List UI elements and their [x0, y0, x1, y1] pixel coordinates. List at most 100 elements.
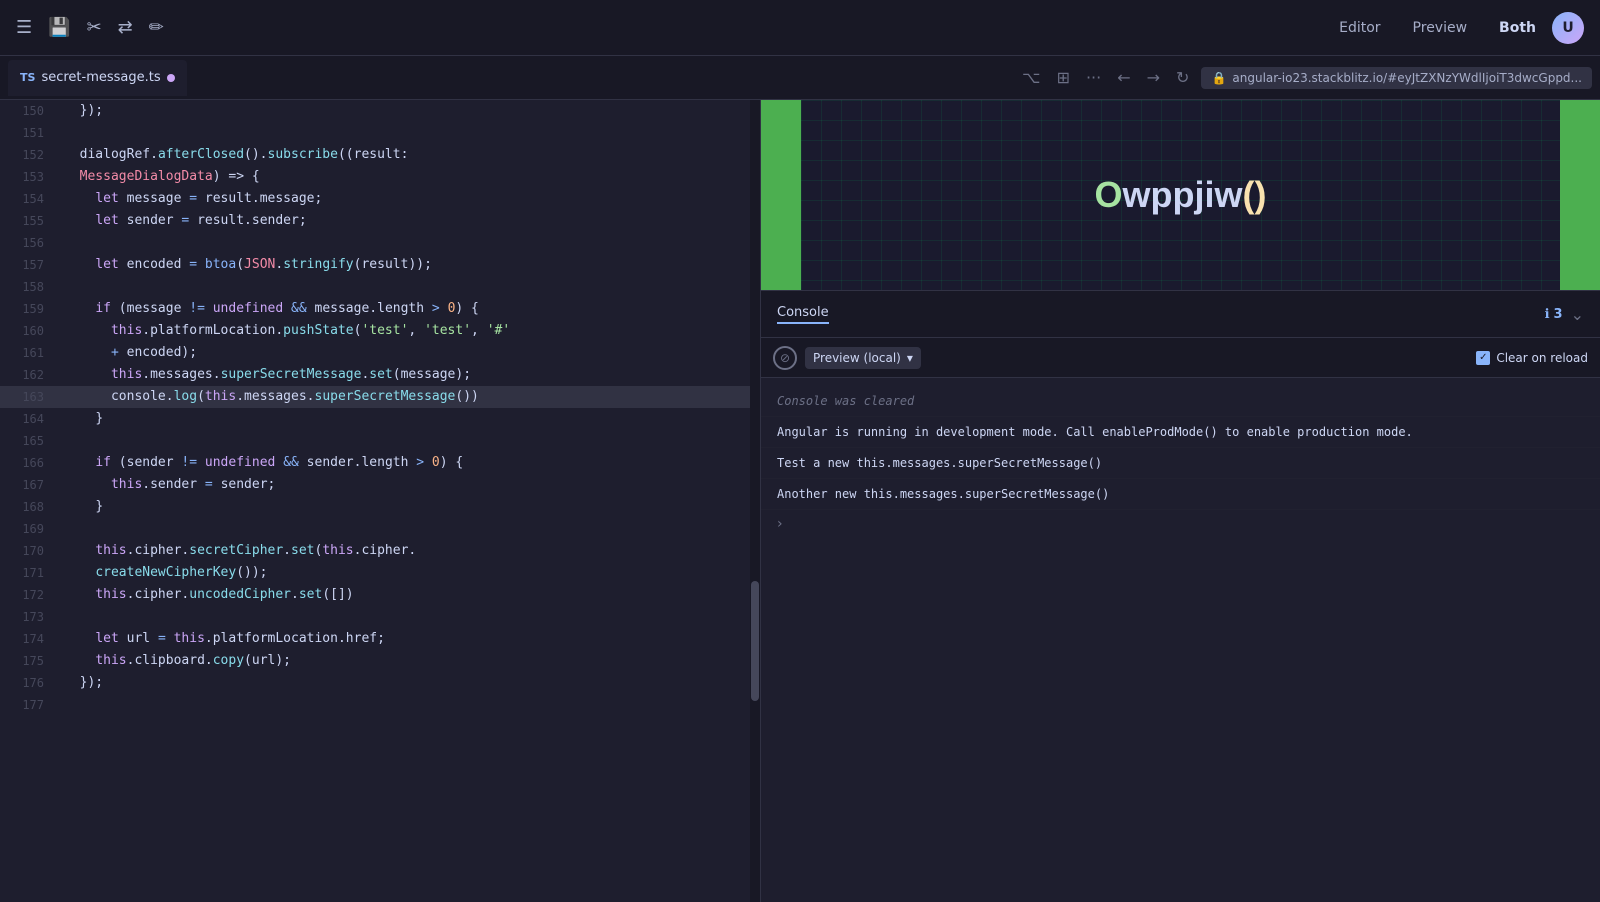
line-number: 175: [0, 650, 60, 672]
nav-editor[interactable]: Editor: [1339, 20, 1380, 36]
lock-icon: 🔒: [1211, 71, 1226, 85]
console-source-select[interactable]: Preview (local) ▾: [805, 347, 921, 369]
table-row: 155 let sender = result.sender;: [0, 210, 760, 232]
line-content: this.messages.superSecretMessage.set(mes…: [60, 364, 760, 386]
line-number: 168: [0, 496, 60, 518]
user-avatar[interactable]: U: [1552, 12, 1584, 44]
line-number: 177: [0, 694, 60, 716]
console-header: Console ℹ 3 ⌄: [761, 290, 1600, 338]
line-content: });: [60, 100, 760, 122]
table-row: 156: [0, 232, 760, 254]
table-row: 167 this.sender = sender;: [0, 474, 760, 496]
console-clear-on-reload[interactable]: ✓ Clear on reload: [1476, 351, 1588, 365]
line-content: }: [60, 408, 760, 430]
line-content: console.log(this.messages.superSecretMes…: [60, 386, 760, 408]
split-btn[interactable]: ⊞: [1053, 64, 1074, 91]
table-row: 165: [0, 430, 760, 452]
line-number: 150: [0, 100, 60, 122]
table-row: 166 if (sender != undefined && sender.le…: [0, 452, 760, 474]
table-row: 164 }: [0, 408, 760, 430]
scrollbar-thumb[interactable]: [751, 581, 759, 701]
line-number: 152: [0, 144, 60, 166]
line-number: 167: [0, 474, 60, 496]
line-content: dialogRef.afterClosed().subscribe((resul…: [60, 144, 760, 166]
table-row: 153 MessageDialogData) => {: [0, 166, 760, 188]
table-row: 175 this.clipboard.copy(url);: [0, 650, 760, 672]
share-icon[interactable]: ⇄: [118, 17, 133, 38]
prompt-arrow-icon: ›: [777, 516, 783, 532]
table-row: 150 });: [0, 100, 760, 122]
line-number: 164: [0, 408, 60, 430]
table-row: 170 this.cipher.secretCipher.set(this.ci…: [0, 540, 760, 562]
list-item: Angular is running in development mode. …: [761, 417, 1600, 448]
format-btn[interactable]: ⌥: [1018, 64, 1044, 91]
table-row: 159 if (message != undefined && message.…: [0, 298, 760, 320]
list-item: Another new this.messages.superSecretMes…: [761, 479, 1600, 510]
reload-btn[interactable]: ↻: [1172, 64, 1193, 91]
list-item: Console was cleared: [761, 386, 1600, 417]
line-content: let sender = result.sender;: [60, 210, 760, 232]
menu-icon[interactable]: ☰: [16, 17, 32, 38]
topbar-icons: ☰ 💾 ✂ ⇄ ✏: [16, 17, 164, 38]
table-row: 152 dialogRef.afterClosed().subscribe((r…: [0, 144, 760, 166]
table-row: 174 let url = this.platformLocation.href…: [0, 628, 760, 650]
table-row: 162 this.messages.superSecretMessage.set…: [0, 364, 760, 386]
table-row: 163 console.log(this.messages.superSecre…: [0, 386, 760, 408]
table-row: 173: [0, 606, 760, 628]
line-number: 155: [0, 210, 60, 232]
console-prompt[interactable]: ›: [761, 510, 1600, 538]
back-btn[interactable]: ←: [1113, 64, 1134, 91]
main-area: 150 }); 151 152 dialogRef.afterClosed().…: [0, 100, 1600, 902]
fork-icon[interactable]: ✂: [87, 17, 102, 38]
console-messages: Console was cleared Angular is running i…: [761, 378, 1600, 902]
code-area: 150 }); 151 152 dialogRef.afterClosed().…: [0, 100, 760, 902]
tab-filename: secret-message.ts: [41, 70, 160, 85]
more-btn[interactable]: ···: [1082, 64, 1105, 91]
console-source-label: Preview (local): [813, 351, 901, 365]
info-icon: ℹ: [1545, 307, 1550, 322]
line-content: }: [60, 496, 760, 518]
preview-right-bar: [1560, 100, 1600, 290]
line-number: 163: [0, 386, 60, 408]
save-icon[interactable]: 💾: [48, 17, 70, 38]
line-number: 159: [0, 298, 60, 320]
line-number: 162: [0, 364, 60, 386]
table-row: 177: [0, 694, 760, 716]
console-tab[interactable]: Console: [777, 305, 829, 324]
line-number: 171: [0, 562, 60, 584]
nav-both[interactable]: Both: [1499, 20, 1536, 36]
line-content: this.clipboard.copy(url);: [60, 650, 760, 672]
preview-app-text: Owppjiw(): [1095, 174, 1267, 216]
table-row: 172 this.cipher.uncodedCipher.set([]): [0, 584, 760, 606]
table-row: 158: [0, 276, 760, 298]
line-content: this.cipher.uncodedCipher.set([]): [60, 584, 760, 606]
console-clear-button[interactable]: ⊘: [773, 346, 797, 370]
table-row: 154 let message = result.message;: [0, 188, 760, 210]
edit-icon[interactable]: ✏: [149, 17, 164, 38]
console-panel: Console ℹ 3 ⌄ ⊘ Preview (local) ▾ ✓ Cle: [761, 290, 1600, 902]
preview-text-o: O: [1095, 174, 1123, 215]
line-number: 156: [0, 232, 60, 254]
line-number: 172: [0, 584, 60, 606]
preview-text-paren: (): [1243, 174, 1267, 215]
code-editor[interactable]: 150 }); 151 152 dialogRef.afterClosed().…: [0, 100, 760, 902]
console-expand-btn[interactable]: ⌄: [1571, 305, 1584, 324]
table-row: 160 this.platformLocation.pushState('tes…: [0, 320, 760, 342]
url-bar[interactable]: 🔒 angular-io23.stackblitz.io/#eyJtZXNzYW…: [1201, 67, 1592, 89]
line-number: 165: [0, 430, 60, 452]
table-row: 169: [0, 518, 760, 540]
chevron-down-icon: ▾: [907, 351, 913, 365]
line-number: 174: [0, 628, 60, 650]
list-item: Test a new this.messages.superSecretMess…: [761, 448, 1600, 479]
file-tab[interactable]: TS secret-message.ts: [8, 60, 187, 96]
line-content: let url = this.platformLocation.href;: [60, 628, 760, 650]
preview-text-rest: wppjiw: [1123, 174, 1243, 215]
table-row: 157 let encoded = btoa(JSON.stringify(re…: [0, 254, 760, 276]
line-number: 161: [0, 342, 60, 364]
tab-modified-dot: [167, 74, 175, 82]
clear-on-reload-checkbox[interactable]: ✓: [1476, 351, 1490, 365]
nav-preview[interactable]: Preview: [1413, 20, 1468, 36]
forward-btn[interactable]: →: [1143, 64, 1164, 91]
line-content: this.platformLocation.pushState('test', …: [60, 320, 760, 342]
editor-scrollbar[interactable]: [750, 100, 760, 902]
